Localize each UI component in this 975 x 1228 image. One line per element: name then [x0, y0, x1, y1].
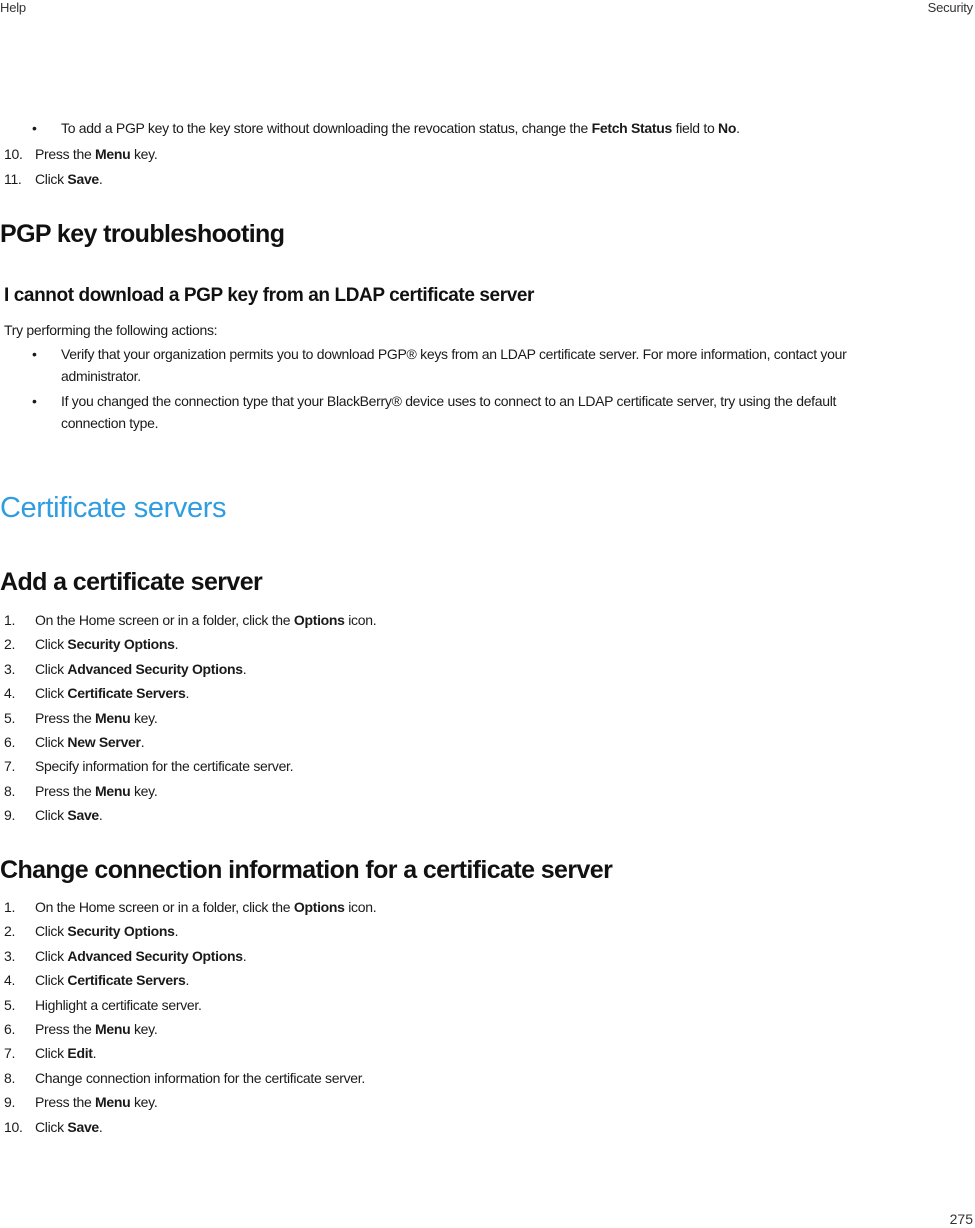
running-header-left: Help: [0, 0, 26, 15]
running-header-right: Security: [927, 0, 974, 15]
step-text: Change connection information for the ce…: [35, 1069, 365, 1086]
step-text: Click Advanced Security Options.: [35, 947, 247, 964]
section-title: Certificate servers: [0, 492, 227, 524]
step-number: 9.: [4, 1094, 16, 1111]
step-text: On the Home screen or in a folder, click…: [35, 612, 377, 628]
step-number: 10.: [4, 146, 23, 162]
heading-pgp-troubleshooting: PGP key troubleshooting: [0, 220, 285, 248]
step-number: 3.: [4, 947, 16, 964]
step-text: Click Advanced Security Options.: [35, 660, 247, 677]
step-number: 2.: [4, 636, 16, 653]
step-text: Press the Menu key.: [35, 709, 158, 726]
step-text: Press the Menu key.: [35, 146, 158, 162]
step-number: 2.: [4, 923, 16, 940]
page-number: 275: [949, 1211, 973, 1227]
step-number: 7.: [4, 1045, 16, 1062]
heading-add-certificate-server: Add a certificate server: [0, 568, 263, 596]
step-number: 7.: [4, 758, 16, 775]
step-text: Press the Menu key.: [35, 1021, 158, 1037]
step-number: 10.: [4, 1118, 23, 1135]
step-text: Press the Menu key.: [35, 1094, 158, 1111]
step-number: 1.: [4, 612, 16, 628]
heading-change-connection: Change connection information for a cert…: [0, 856, 613, 884]
step-text: Click Save.: [35, 170, 103, 187]
troubleshooting-intro: Try performing the following actions:: [4, 322, 218, 338]
step-number: 11.: [4, 170, 22, 187]
subheading-ldap: I cannot download a PGP key from an LDAP…: [4, 285, 535, 306]
step-text: Click Security Options.: [35, 636, 179, 653]
bullet-icon: •: [32, 393, 37, 409]
step-text: Click Save.: [35, 1118, 103, 1135]
step-text: Click Edit.: [35, 1045, 97, 1062]
step-number: 5.: [4, 996, 16, 1013]
step-text: On the Home screen or in a folder, click…: [35, 899, 377, 915]
step-number: 9.: [4, 807, 16, 824]
step-number: 4.: [4, 972, 16, 989]
step-number: 8.: [4, 1069, 16, 1086]
bullet-icon: •: [32, 120, 37, 136]
step-number: 3.: [4, 660, 16, 677]
step-number: 4.: [4, 685, 16, 702]
step-number: 8.: [4, 782, 16, 799]
step-text: Specify information for the certificate …: [35, 758, 294, 775]
step-number: 6.: [4, 1021, 16, 1037]
step-number: 6.: [4, 734, 16, 750]
step-text: Click Save.: [35, 807, 103, 824]
step-number: 5.: [4, 709, 16, 726]
step-text: Click Certificate Servers.: [35, 972, 190, 989]
step-text: Highlight a certificate server.: [35, 996, 202, 1013]
step-number: 1.: [4, 899, 16, 915]
step-text: Press the Menu key.: [35, 782, 158, 799]
bullet-icon: •: [32, 346, 37, 362]
step-text: Click Security Options.: [35, 923, 179, 940]
step-text: Click Certificate Servers.: [35, 685, 190, 702]
step-text: Click New Server.: [35, 734, 145, 750]
